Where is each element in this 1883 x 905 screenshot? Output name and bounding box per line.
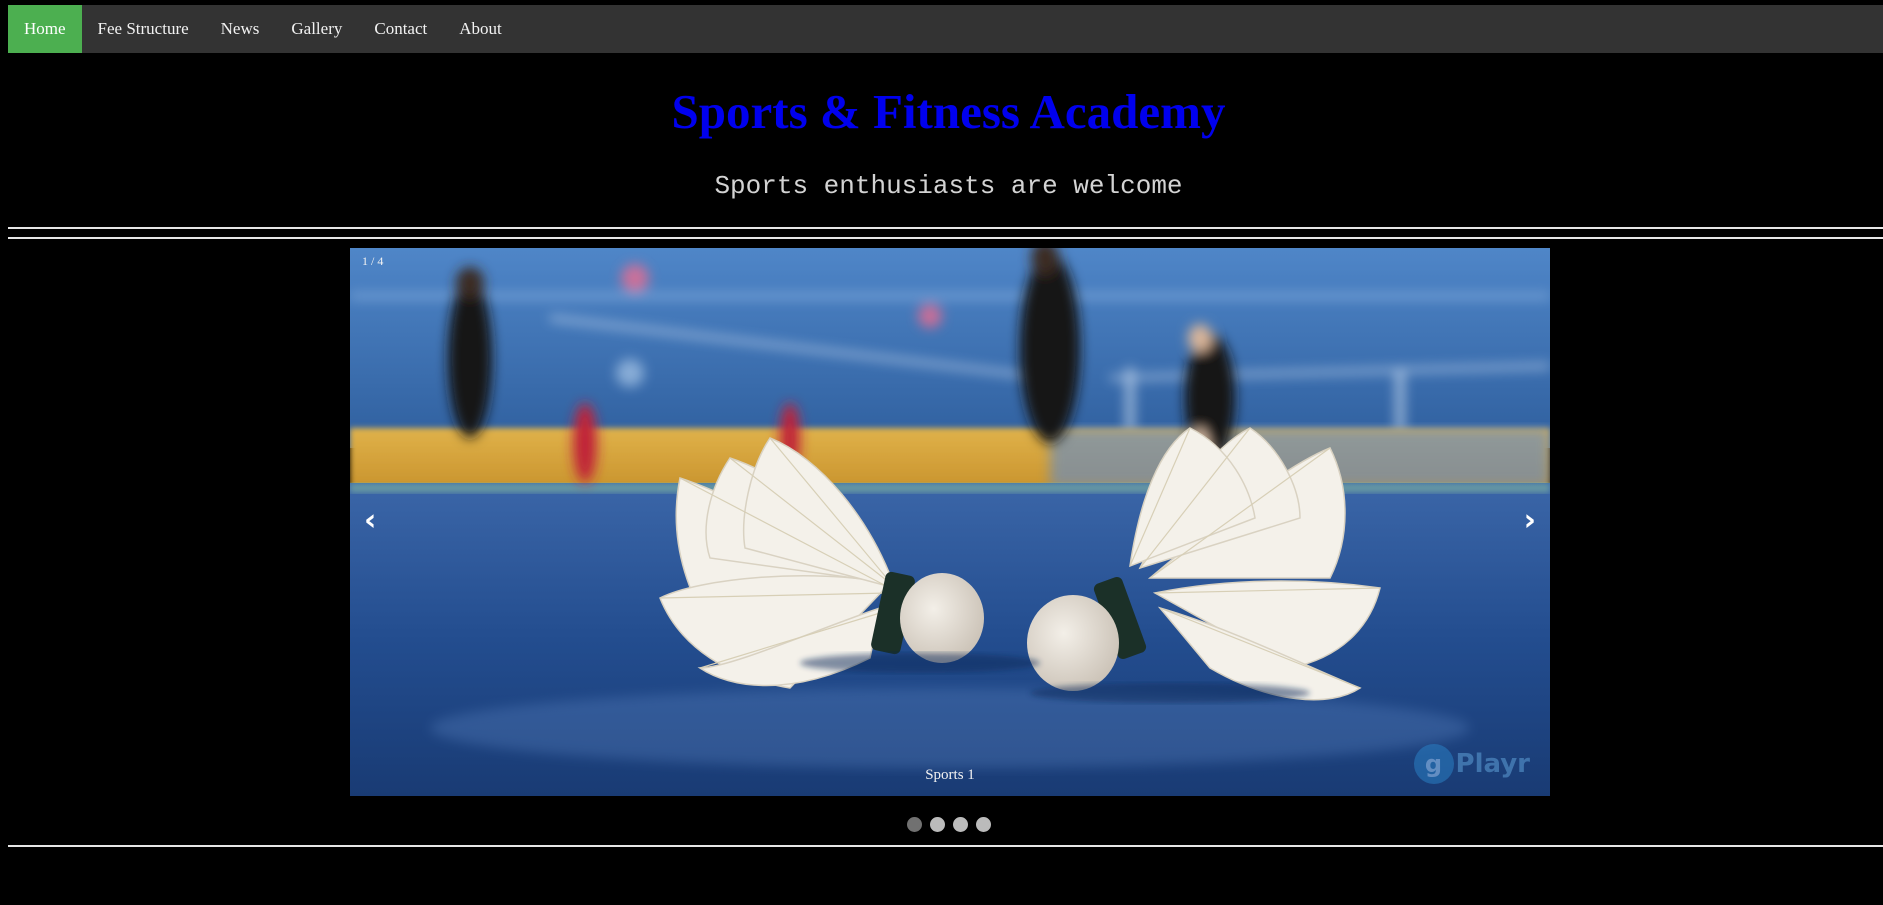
nav-contact[interactable]: Contact bbox=[358, 5, 443, 53]
divider-top-1 bbox=[8, 227, 1883, 229]
slide-counter: 1 / 4 bbox=[362, 254, 384, 268]
slide-caption: Sports 1 bbox=[925, 767, 975, 783]
slide-dot-2[interactable] bbox=[929, 817, 945, 832]
top-navigation: Home Fee Structure News Gallery Contact … bbox=[8, 5, 1883, 53]
page: Home Fee Structure News Gallery Contact … bbox=[0, 0, 1883, 905]
previous-slide-button[interactable]: ‹ bbox=[364, 506, 376, 536]
site-title: Sports & Fitness Academy bbox=[671, 84, 1226, 139]
slide-dot-1[interactable] bbox=[906, 817, 922, 832]
nav-fee-structure[interactable]: Fee Structure bbox=[82, 5, 205, 53]
tagline: Sports enthusiasts are welcome bbox=[714, 171, 1183, 201]
slide-image-badminton-shuttlecocks bbox=[350, 248, 1550, 796]
nav-gallery[interactable]: Gallery bbox=[275, 5, 358, 53]
slideshow: 1 / 4 ‹ › g Playr Sports 1 bbox=[350, 248, 1550, 796]
slide-indicator-dots bbox=[0, 817, 1883, 832]
divider-top-2 bbox=[8, 237, 1883, 239]
next-slide-button[interactable]: › bbox=[1524, 506, 1536, 536]
slide-dot-3[interactable] bbox=[952, 817, 968, 832]
nav-news[interactable]: News bbox=[205, 5, 276, 53]
nav-home[interactable]: Home bbox=[8, 5, 82, 53]
slide-dot-4[interactable] bbox=[975, 817, 991, 832]
nav-about[interactable]: About bbox=[443, 5, 518, 53]
divider-bottom bbox=[8, 845, 1883, 847]
